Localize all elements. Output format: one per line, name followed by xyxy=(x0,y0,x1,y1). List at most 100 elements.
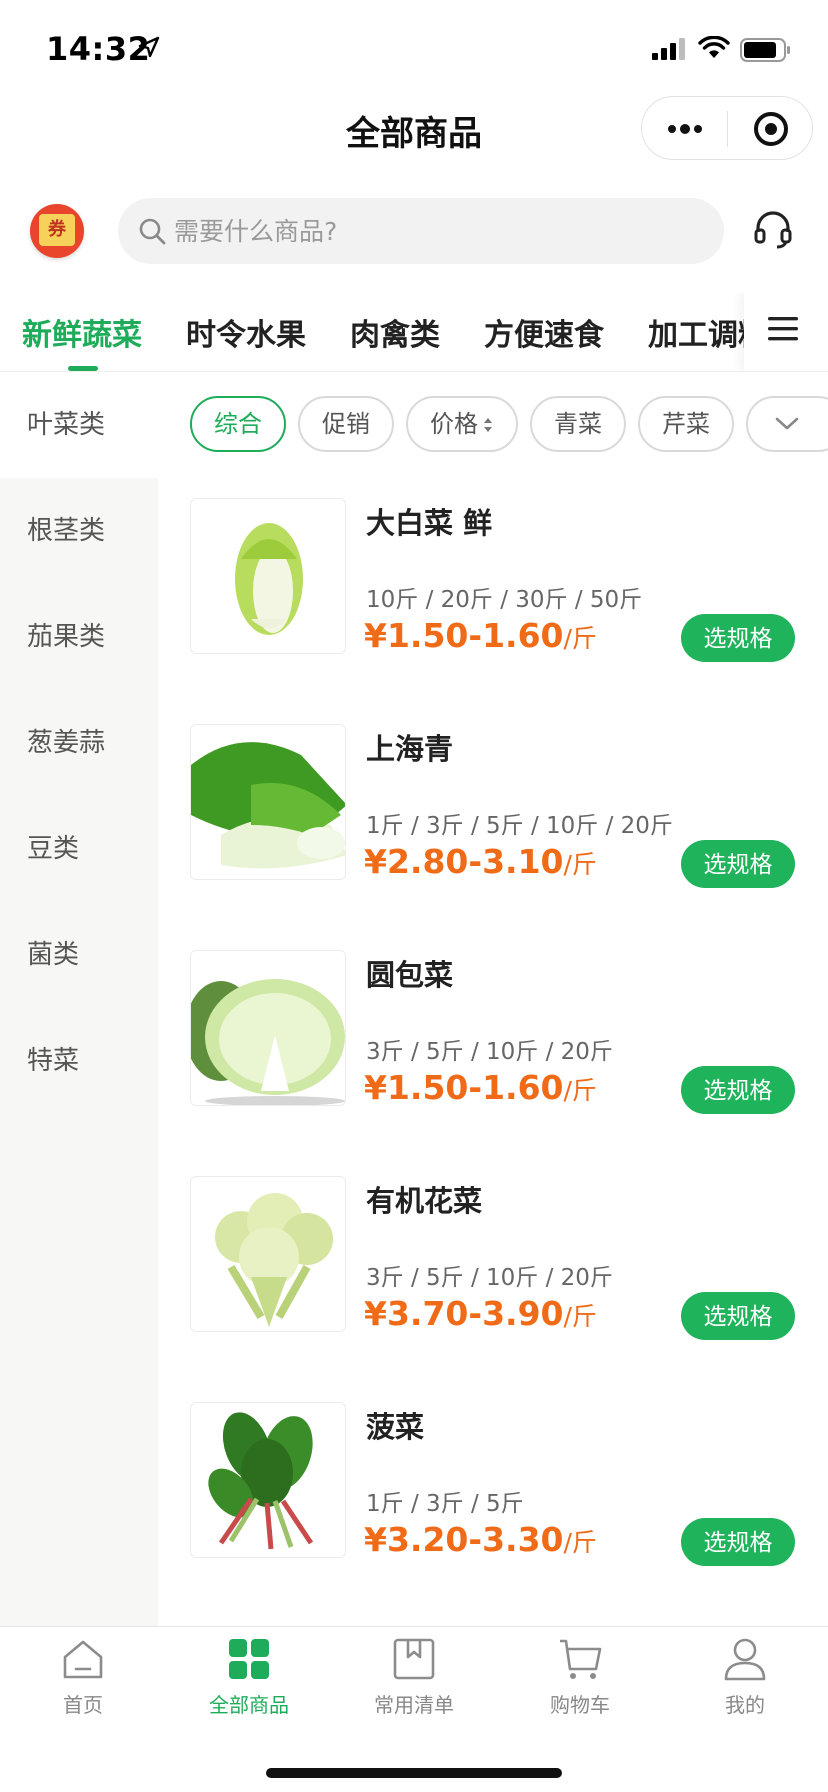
spinach-image[interactable] xyxy=(190,1402,346,1558)
chevron-down-icon xyxy=(775,417,799,430)
product-item[interactable]: 圆包菜 3斤 / 5斤 / 10斤 / 20斤 ¥1.50-1.60/斤 选规格 xyxy=(158,950,828,1176)
bok-choy-image[interactable] xyxy=(190,724,346,880)
product-name: 大白菜 鲜 xyxy=(366,506,493,540)
sort-arrows-icon xyxy=(484,418,492,432)
tabbar-item-cart[interactable]: 购物车 xyxy=(497,1627,663,1737)
close-target-icon[interactable] xyxy=(752,110,790,148)
search-input[interactable] xyxy=(174,198,694,264)
product-price: ¥3.20-3.30/斤 xyxy=(364,1520,597,1559)
product-name: 有机花菜 xyxy=(366,1184,483,1218)
category-menu-button[interactable] xyxy=(744,292,828,371)
product-specs: 10斤 / 20斤 / 30斤 / 50斤 xyxy=(366,587,643,613)
coupon-button[interactable]: 券 xyxy=(30,204,84,258)
product-specs: 1斤 / 3斤 / 5斤 / 10斤 / 20斤 xyxy=(366,813,673,839)
tab-instant-food[interactable]: 方便速食 xyxy=(484,310,604,354)
product-name: 圆包菜 xyxy=(366,958,454,992)
round-cabbage-image[interactable] xyxy=(190,950,346,1106)
search-row: 券 xyxy=(0,192,828,292)
tabbar-label: 常用清单 xyxy=(374,1693,454,1717)
product-name: 菠菜 xyxy=(366,1410,425,1444)
product-specs: 1斤 / 3斤 / 5斤 xyxy=(366,1491,524,1517)
select-spec-button[interactable]: 选规格 xyxy=(681,614,795,662)
capsule-divider xyxy=(727,111,728,147)
category-tabs: 新鲜蔬菜 时令水果 肉禽类 方便速食 加工调料 xyxy=(0,292,828,372)
subcategory-sidebar: 叶菜类 根茎类 茄果类 葱姜蒜 豆类 菌类 特菜 xyxy=(0,372,158,1628)
tabbar-item-shopping-list[interactable]: 常用清单 xyxy=(331,1627,497,1737)
select-spec-button[interactable]: 选规格 xyxy=(681,840,795,888)
product-price: ¥1.50-1.60/斤 xyxy=(364,1068,597,1107)
cellular-signal-icon xyxy=(652,38,685,60)
more-dots-icon[interactable] xyxy=(666,115,704,143)
filter-chips: 综合 促销 价格 青菜 芹菜 xyxy=(158,396,828,456)
product-item[interactable]: 菠菜 1斤 / 3斤 / 5斤 ¥3.20-3.30/斤 选规格 xyxy=(158,1402,828,1628)
filter-chip-celery[interactable]: 芹菜 xyxy=(638,396,734,452)
product-item[interactable]: 有机花菜 3斤 / 5斤 / 10斤 / 20斤 ¥3.70-3.90/斤 选规… xyxy=(158,1176,828,1402)
sidebar-item-leafy[interactable]: 叶菜类 xyxy=(0,372,158,478)
sidebar-item-beans[interactable]: 豆类 xyxy=(0,796,158,902)
sidebar-item-fruiting[interactable]: 茄果类 xyxy=(0,584,158,690)
mini-program-capsule xyxy=(641,96,813,160)
bookmark-list-icon xyxy=(393,1638,435,1680)
user-icon xyxy=(724,1638,766,1681)
tabbar-item-home[interactable]: 首页 xyxy=(0,1627,166,1737)
status-bar: 14:32 xyxy=(0,0,828,96)
sidebar-item-specialty[interactable]: 特菜 xyxy=(0,1008,158,1114)
product-price: ¥2.80-3.10/斤 xyxy=(364,842,597,881)
filter-chip-comprehensive[interactable]: 综合 xyxy=(190,396,286,452)
filter-chip-price-label: 价格 xyxy=(430,410,478,438)
product-price: ¥3.70-3.90/斤 xyxy=(364,1294,597,1333)
coupon-label: 券 xyxy=(39,214,75,246)
select-spec-button[interactable]: 选规格 xyxy=(681,1292,795,1340)
tabbar-item-profile[interactable]: 我的 xyxy=(662,1627,828,1737)
napa-cabbage-image[interactable] xyxy=(190,498,346,654)
grid-icon xyxy=(229,1639,269,1679)
status-time: 14:32 xyxy=(46,30,151,68)
price-range: ¥2.80-3.10 xyxy=(364,842,564,881)
tabbar-item-all-products[interactable]: 全部商品 xyxy=(166,1627,332,1737)
wifi-icon xyxy=(698,36,730,58)
select-spec-button[interactable]: 选规格 xyxy=(681,1066,795,1114)
tabbar-label: 首页 xyxy=(63,1693,103,1717)
price-unit: /斤 xyxy=(563,624,597,653)
search-box[interactable] xyxy=(118,198,724,264)
customer-service-headset-icon[interactable] xyxy=(752,208,794,250)
cauliflower-image[interactable] xyxy=(190,1176,346,1332)
sidebar-item-mushrooms[interactable]: 菌类 xyxy=(0,902,158,1008)
price-range: ¥1.50-1.60 xyxy=(364,1068,564,1107)
tabbar-label: 购物车 xyxy=(550,1693,610,1717)
tabbar-label: 我的 xyxy=(725,1693,765,1717)
home-icon xyxy=(63,1640,103,1679)
battery-icon xyxy=(740,38,790,62)
product-name: 上海青 xyxy=(366,732,454,766)
select-spec-button[interactable]: 选规格 xyxy=(681,1518,795,1566)
filter-chip-greens[interactable]: 青菜 xyxy=(530,396,626,452)
price-unit: /斤 xyxy=(563,1076,597,1105)
price-unit: /斤 xyxy=(563,1528,597,1557)
filter-expand-button[interactable] xyxy=(746,396,828,452)
product-specs: 3斤 / 5斤 / 10斤 / 20斤 xyxy=(366,1039,613,1065)
nav-bar: 全部商品 xyxy=(0,96,828,192)
filter-chip-price[interactable]: 价格 xyxy=(406,396,518,452)
filter-chip-promotion[interactable]: 促销 xyxy=(298,396,394,452)
price-unit: /斤 xyxy=(563,1302,597,1331)
price-range: ¥3.70-3.90 xyxy=(364,1294,564,1333)
active-tab-indicator xyxy=(68,366,98,371)
product-item[interactable]: 上海青 1斤 / 3斤 / 5斤 / 10斤 / 20斤 ¥2.80-3.10/… xyxy=(158,724,828,950)
sidebar-item-aromatics[interactable]: 葱姜蒜 xyxy=(0,690,158,796)
product-price: ¥1.50-1.60/斤 xyxy=(364,616,597,655)
tab-fresh-vegetables[interactable]: 新鲜蔬菜 xyxy=(22,310,142,354)
tab-seasonal-fruit[interactable]: 时令水果 xyxy=(186,310,306,354)
search-icon xyxy=(139,218,166,245)
home-indicator xyxy=(266,1768,562,1778)
tab-meat-poultry[interactable]: 肉禽类 xyxy=(350,310,440,354)
price-range: ¥3.20-3.30 xyxy=(364,1520,564,1559)
tabbar-label: 全部商品 xyxy=(209,1693,289,1717)
sidebar-item-root[interactable]: 根茎类 xyxy=(0,478,158,584)
cart-icon xyxy=(560,1639,602,1679)
product-specs: 3斤 / 5斤 / 10斤 / 20斤 xyxy=(366,1265,613,1291)
price-range: ¥1.50-1.60 xyxy=(364,616,564,655)
location-arrow-icon xyxy=(138,36,160,58)
hamburger-menu-icon xyxy=(768,317,798,341)
product-item[interactable]: 大白菜 鲜 10斤 / 20斤 / 30斤 / 50斤 ¥1.50-1.60/斤… xyxy=(158,498,828,724)
price-unit: /斤 xyxy=(563,850,597,879)
